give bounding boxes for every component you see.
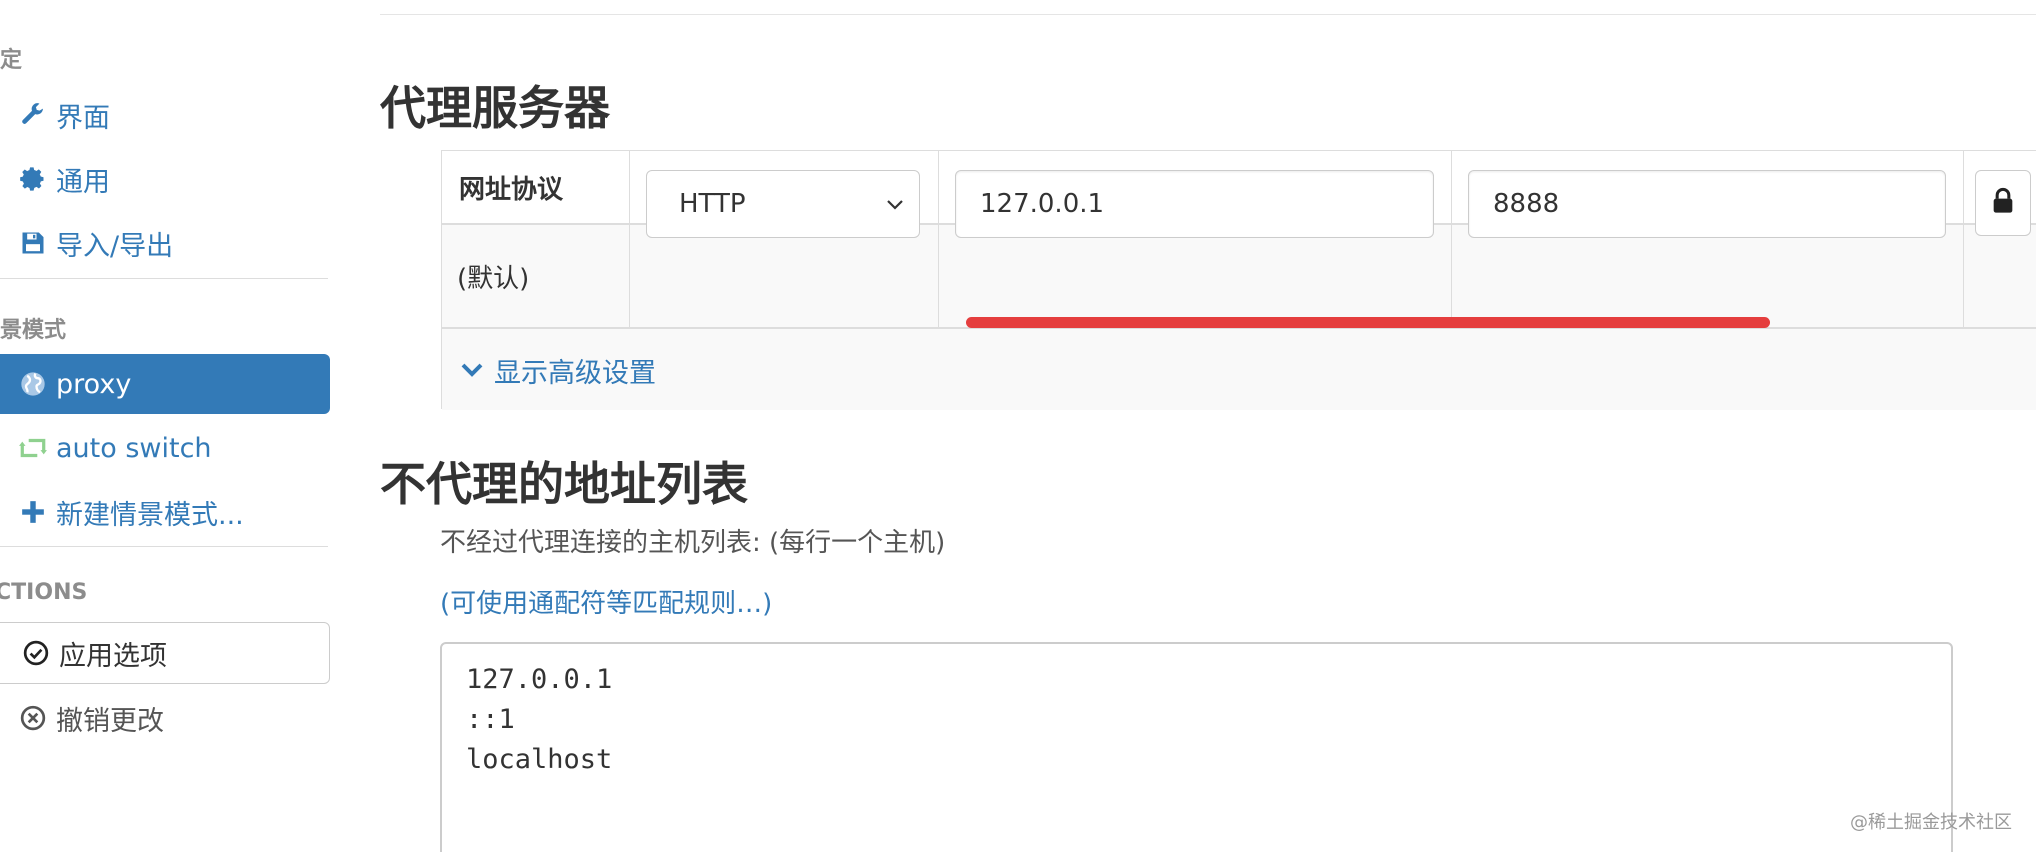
wildcard-rules-link[interactable]: (可使用通配符等匹配规则…) [440, 583, 772, 620]
gear-icon [18, 164, 48, 194]
column-divider [1963, 151, 1964, 327]
column-divider [938, 151, 939, 327]
sidebar-item-general[interactable]: 通用 [0, 149, 330, 209]
options-page: 设定 界面 通用 导入/导出 情景模式 proxy [0, 0, 2036, 852]
table-row [442, 223, 2036, 327]
top-divider [380, 14, 2036, 15]
actions-header: ACTIONS [0, 580, 88, 605]
sidebar: 设定 界面 通用 导入/导出 情景模式 proxy [0, 0, 330, 852]
bypass-list-title: 不代理的地址列表 [380, 457, 748, 511]
proxy-port-input[interactable]: 8888 [1468, 170, 1946, 238]
profiles-header: 情景模式 [0, 318, 67, 343]
proxy-server-title: 代理服务器 [380, 81, 610, 135]
sidebar-item-interface[interactable]: 界面 [0, 85, 330, 145]
sidebar-item-import-export[interactable]: 导入/导出 [0, 213, 330, 273]
sidebar-item-label: 通用 [56, 166, 110, 198]
retweet-icon [18, 433, 48, 463]
globe-icon [18, 369, 48, 399]
chevron-down-icon [460, 358, 484, 382]
highlight-underline [966, 317, 1770, 328]
sidebar-divider [0, 546, 328, 547]
sidebar-divider [0, 278, 328, 279]
apply-options-label: 应用选项 [59, 640, 167, 672]
wrench-icon [18, 100, 48, 130]
sidebar-item-label: auto switch [56, 432, 212, 464]
sidebar-item-proxy[interactable]: proxy [0, 354, 330, 414]
column-header-scheme: 网址协议 [459, 174, 564, 205]
column-divider [1451, 151, 1452, 327]
sidebar-item-auto-switch[interactable]: auto switch [0, 418, 330, 478]
discard-changes-button[interactable]: 撤销更改 [0, 688, 330, 748]
apply-options-button[interactable]: 应用选项 [0, 622, 330, 684]
check-circle-icon [21, 638, 51, 668]
sidebar-item-new-profile[interactable]: 新建情景模式... [0, 482, 330, 542]
discard-changes-label: 撤销更改 [56, 705, 164, 737]
bypass-description: 不经过代理连接的主机列表: (每行一个主机) [440, 528, 946, 558]
bypass-list-textarea[interactable]: 127.0.0.1 ::1 localhost [440, 642, 1953, 852]
watermark: @稀土掘金技术社区 [1850, 812, 2012, 833]
scheme-default-label: (默认) [457, 263, 530, 294]
lock-icon [1991, 187, 2015, 219]
sidebar-item-label: 导入/导出 [56, 230, 174, 262]
plus-icon [18, 497, 48, 527]
sidebar-item-label: proxy [56, 368, 132, 400]
advanced-row [442, 327, 2036, 410]
column-divider [629, 151, 630, 327]
save-icon [18, 228, 48, 258]
proxy-protocol-select[interactable]: HTTP [646, 170, 920, 238]
show-advanced-label: 显示高级设置 [494, 357, 656, 389]
auth-lock-button[interactable] [1975, 170, 2031, 236]
chevron-down-icon [885, 189, 905, 219]
proxy-server-input[interactable]: 127.0.0.1 [955, 170, 1434, 238]
proxy-protocol-value: HTTP [679, 189, 746, 219]
sidebar-item-label: 新建情景模式... [56, 499, 244, 531]
settings-header: 设定 [0, 48, 23, 73]
show-advanced-link[interactable]: 显示高级设置 [460, 349, 656, 391]
close-circle-icon [18, 703, 48, 733]
sidebar-item-label: 界面 [56, 102, 110, 134]
